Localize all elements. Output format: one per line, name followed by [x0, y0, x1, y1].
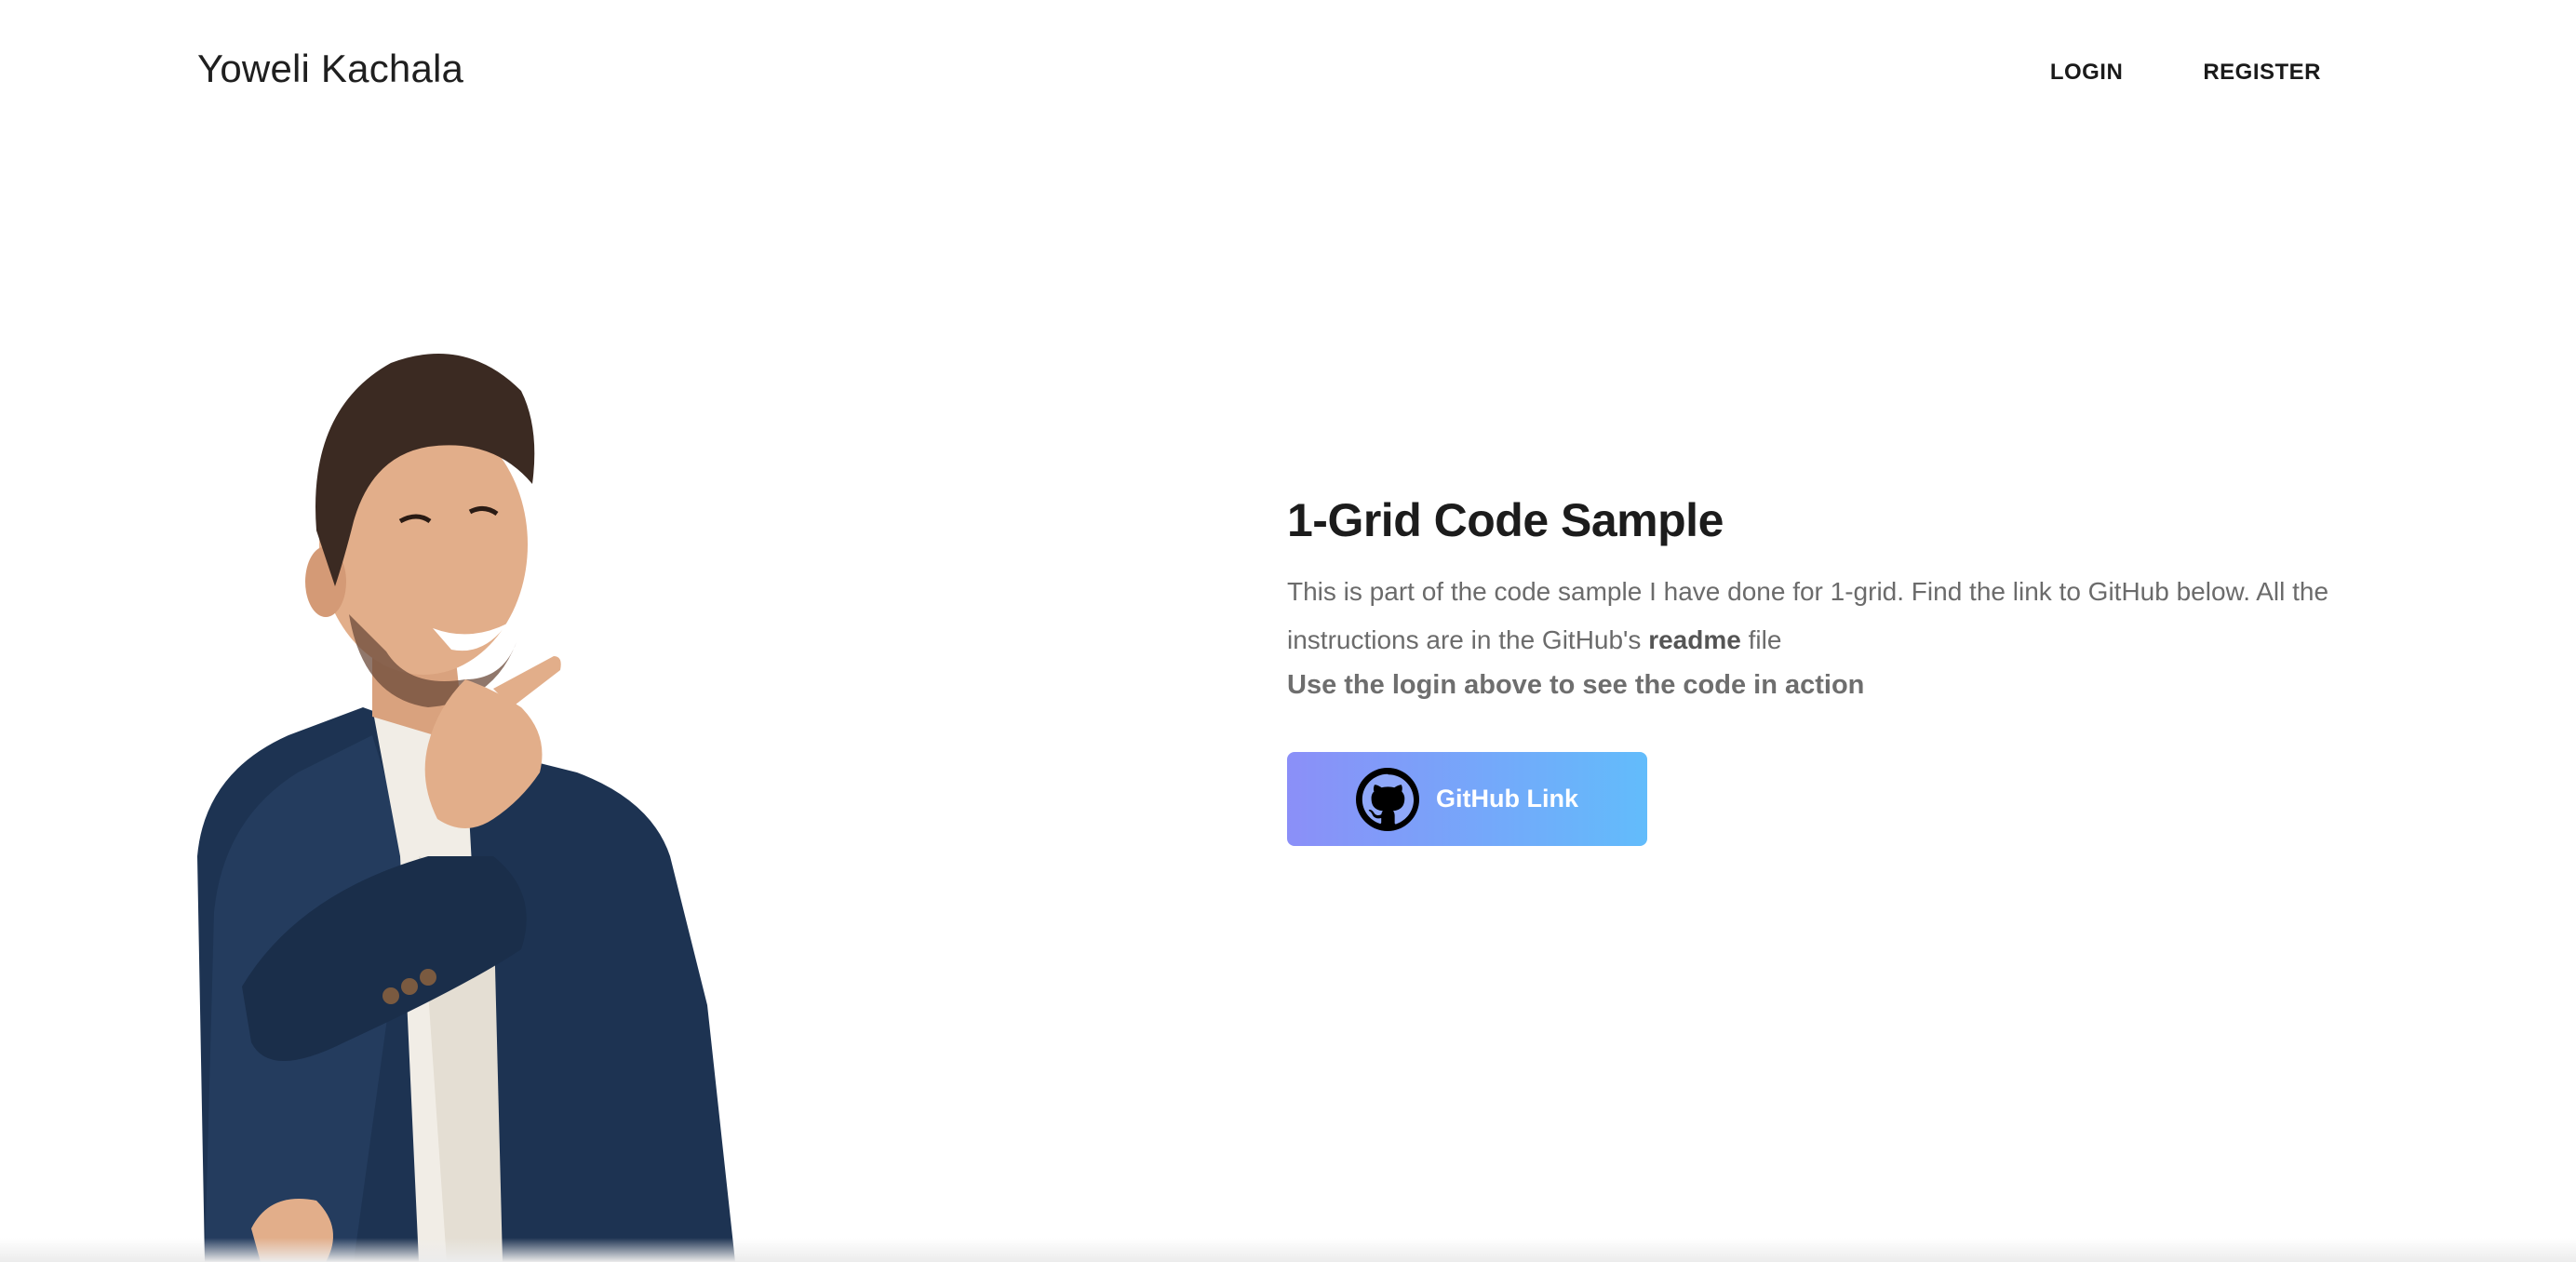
description-part-2: file [1740, 625, 1782, 654]
register-link[interactable]: REGISTER [2203, 60, 2321, 86]
thinking-man-illustration [197, 354, 735, 1262]
top-nav: LOGIN REGISTER [2050, 60, 2321, 86]
readme-text: readme [1648, 625, 1741, 654]
github-link-label: GitHub Link [1436, 785, 1578, 812]
cta-text: Use the login above to see the code in a… [1287, 670, 1865, 700]
page-title: 1-Grid Code Sample [1287, 494, 1724, 546]
brand-logo-text[interactable]: Yoweli Kachala [197, 47, 463, 91]
bottom-fade [0, 1238, 2576, 1262]
page: Yoweli Kachala LOGIN REGISTER 1-Grid Cod… [0, 0, 2576, 1262]
description-text: This is part of the code sample I have d… [1287, 568, 2348, 665]
hero-image [186, 335, 893, 1262]
login-link[interactable]: LOGIN [2050, 60, 2124, 86]
github-icon [1356, 767, 1419, 831]
main-content: 1-Grid Code Sample This is part of the c… [1287, 493, 2348, 846]
description-part-1: This is part of the code sample I have d… [1287, 577, 2329, 654]
github-link-button[interactable]: GitHub Link [1287, 752, 1647, 846]
